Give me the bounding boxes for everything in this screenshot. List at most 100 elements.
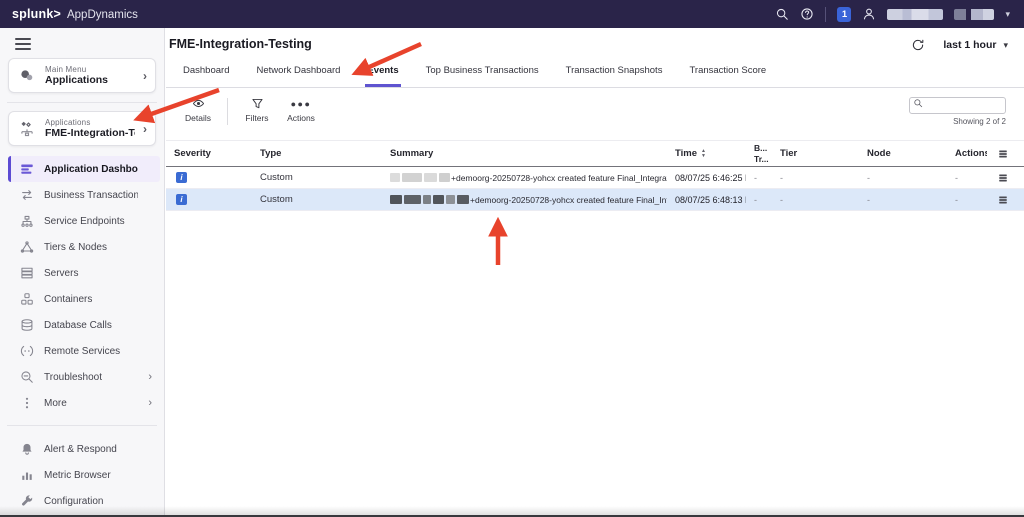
- filters-button[interactable]: Filters: [235, 95, 279, 123]
- time-range-label: last 1 hour: [943, 39, 996, 51]
- details-button[interactable]: Details: [176, 95, 220, 123]
- time-controls: last 1 hour ▾: [911, 38, 1008, 52]
- sidebar-item[interactable]: Remote Services ›: [8, 338, 160, 364]
- showing-count: Showing 2 of 2: [953, 117, 1006, 126]
- sidebar-item-label: Configuration: [44, 496, 138, 507]
- sidebar-item-label: More: [44, 398, 138, 409]
- sidebar-item[interactable]: Database Calls ›: [8, 312, 160, 338]
- splunk-wordmark: splunk>: [12, 7, 61, 21]
- sidebar-item[interactable]: Metric Browser ›: [8, 462, 160, 488]
- search-icon[interactable]: [775, 7, 789, 21]
- sidebar-item[interactable]: Configuration ›: [8, 488, 160, 514]
- chevron-right-icon: ›: [143, 123, 147, 135]
- main-menu-icon: [17, 67, 37, 84]
- tab[interactable]: Network Dashboard: [254, 62, 342, 87]
- containers-icon: [20, 292, 34, 306]
- table-body: i Custom +demoorg-20250728-yohcx created…: [166, 167, 1024, 211]
- sidebar-item[interactable]: More ›: [8, 390, 160, 416]
- toolbar-buttons: Details Filters ●●● Actions: [176, 95, 323, 125]
- page-header: FME-Integration-Testing last 1 hour ▾: [166, 28, 1024, 52]
- topbar-actions: 1 ▾: [775, 7, 1010, 22]
- transactions-icon: [20, 188, 34, 202]
- tab-label: Top Business Transactions: [426, 65, 539, 76]
- column-header-actions[interactable]: Actions: [947, 148, 987, 159]
- column-header-summary[interactable]: Summary: [382, 148, 667, 159]
- sidebar-item[interactable]: Application Dashboard ›: [8, 156, 160, 182]
- column-header-tier[interactable]: Tier: [772, 148, 859, 159]
- tab[interactable]: Dashboard: [181, 62, 231, 87]
- column-header-time[interactable]: Time ▲▼: [667, 148, 746, 159]
- main-menu-card-title: Applications: [45, 74, 135, 86]
- chevron-down-icon[interactable]: ▾: [1005, 10, 1010, 19]
- summary-text: +demoorg-20250728-yohcx created feature …: [470, 195, 667, 205]
- sidebar-item-label: Database Calls: [44, 320, 138, 331]
- actions-label: Actions: [287, 113, 315, 123]
- time-range-picker[interactable]: last 1 hour ▾: [943, 39, 1008, 51]
- hamburger-menu-icon[interactable]: [15, 38, 31, 50]
- events-table: Severity Type Summary Time ▲▼ B... Tr...…: [166, 140, 1024, 211]
- sort-icon[interactable]: ▲▼: [701, 149, 706, 158]
- sidebar: Main Menu Applications › Applications FM…: [0, 28, 165, 517]
- actions-button[interactable]: ●●● Actions: [279, 95, 323, 123]
- page-title: FME-Integration-Testing: [169, 37, 312, 51]
- sidebar-item-label: Service Endpoints: [44, 216, 138, 227]
- node-cell: -: [859, 173, 947, 183]
- sidebar-item-label: Application Dashboard: [44, 164, 138, 175]
- chevron-down-icon: ▾: [1003, 40, 1008, 51]
- sidebar-item[interactable]: Alert & Respond ›: [8, 436, 160, 462]
- sidebar-item-label: Servers: [44, 268, 138, 279]
- endpoints-icon: [20, 214, 34, 228]
- toolbar-divider: [227, 98, 228, 125]
- info-severity-icon: i: [176, 172, 187, 183]
- ellipsis-icon: ●●●: [291, 97, 312, 110]
- business-transaction-cell: -: [746, 173, 772, 183]
- table-row[interactable]: i Custom +demoorg-20250728-yohcx created…: [166, 189, 1024, 211]
- time-cell: 08/07/25 6:46:25 PM: [667, 173, 746, 183]
- type-cell: Custom: [252, 172, 382, 183]
- user-icon[interactable]: [862, 7, 876, 21]
- tab[interactable]: Transaction Snapshots: [564, 62, 665, 87]
- table-row[interactable]: i Custom +demoorg-20250728-yohcx created…: [166, 167, 1024, 189]
- column-header-business-transaction[interactable]: B... Tr...: [746, 143, 772, 163]
- application-icon: [17, 120, 37, 137]
- column-settings-icon[interactable]: [997, 148, 1009, 160]
- row-menu-icon[interactable]: [997, 172, 1009, 184]
- sidebar-item[interactable]: Troubleshoot ›: [8, 364, 160, 390]
- tab[interactable]: Top Business Transactions: [424, 62, 541, 87]
- tab[interactable]: Transaction Score: [687, 62, 768, 87]
- sidebar-divider: [7, 102, 157, 103]
- toolbar-search-area: Showing 2 of 2: [909, 95, 1006, 126]
- sidebar-item[interactable]: Tiers & Nodes ›: [8, 234, 160, 260]
- column-header-type[interactable]: Type: [252, 148, 382, 159]
- tab[interactable]: Events: [365, 62, 400, 87]
- tab-bar: Dashboard Network Dashboard Events Top B…: [166, 62, 1024, 88]
- more-icon: [20, 396, 34, 410]
- details-label: Details: [185, 113, 211, 123]
- sidebar-item[interactable]: Containers ›: [8, 286, 160, 312]
- column-header-node[interactable]: Node: [859, 148, 947, 159]
- chevron-right-icon: ›: [148, 372, 152, 383]
- refresh-icon[interactable]: [911, 38, 925, 52]
- summary-cell: +demoorg-20250728-yohcx created feature …: [382, 195, 667, 205]
- main-menu-card[interactable]: Main Menu Applications ›: [8, 58, 156, 93]
- toolbar: Details Filters ●●● Actions Showing 2 of…: [166, 88, 1024, 140]
- column-header-severity[interactable]: Severity: [166, 148, 252, 159]
- summary-text: +demoorg-20250728-yohcx created feature …: [451, 173, 667, 183]
- tier-cell: -: [772, 195, 859, 205]
- row-menu-icon[interactable]: [997, 194, 1009, 206]
- application-card[interactable]: Applications FME-Integration-Te... ›: [8, 111, 156, 146]
- notification-badge[interactable]: 1: [837, 7, 851, 22]
- sidebar-item[interactable]: Business Transactions ›: [8, 182, 160, 208]
- sidebar-footer-nav: Alert & Respond › Metric Browser › Confi…: [0, 436, 164, 514]
- sidebar-item-label: Tiers & Nodes: [44, 242, 138, 253]
- appdynamics-window: splunk> AppDynamics 1 ▾ Main Menu Applic…: [0, 0, 1024, 517]
- sidebar-item[interactable]: Service Endpoints ›: [8, 208, 160, 234]
- actions-cell: -: [947, 173, 987, 183]
- tab-label: Transaction Score: [689, 65, 766, 76]
- help-icon[interactable]: [800, 7, 814, 21]
- tier-cell: -: [772, 173, 859, 183]
- splunk-appdynamics-logo[interactable]: splunk> AppDynamics: [12, 7, 138, 21]
- table-search-input[interactable]: [909, 97, 1006, 114]
- database-icon: [20, 318, 34, 332]
- sidebar-item[interactable]: Servers ›: [8, 260, 160, 286]
